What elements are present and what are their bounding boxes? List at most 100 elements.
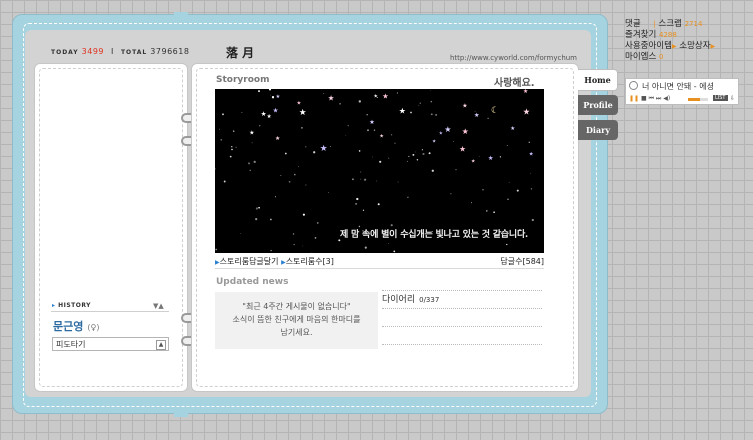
history-divider xyxy=(51,311,169,312)
scrap-link[interactable]: 스크랩 xyxy=(658,19,681,29)
star-dot xyxy=(508,181,510,183)
updated-news-line2: 소식이 뜸한 친구에게 마음의 한마디를 xyxy=(232,315,361,324)
star-glyph: ★ xyxy=(523,89,528,95)
star-dot xyxy=(347,124,349,127)
mood-select[interactable]: 피도타기 ▲ xyxy=(52,337,169,351)
dotted-line xyxy=(382,326,542,327)
star-dot xyxy=(270,218,272,221)
stop-icon[interactable]: ■ xyxy=(641,95,647,102)
history-toggle-icon[interactable]: ▼▲ xyxy=(153,302,164,310)
storyroom-count-label: 스토리룸수 xyxy=(285,257,323,266)
star-glyph: ★ xyxy=(320,144,328,154)
next-icon[interactable]: ⏭ xyxy=(656,95,661,102)
star-glyph: ★ xyxy=(374,94,379,100)
song-title-text: 너 아니면 안돼 - 에셩 xyxy=(642,82,714,91)
star-dot xyxy=(428,152,431,155)
star-glyph: ★ xyxy=(379,133,384,139)
star-dot xyxy=(429,89,431,91)
star-dot xyxy=(367,129,369,132)
star-glyph: ★ xyxy=(297,101,302,107)
star-dot xyxy=(292,233,295,235)
star-glyph: ★ xyxy=(459,145,466,154)
star-dot xyxy=(229,155,232,158)
star-dot xyxy=(248,162,250,165)
stats-row-4: 마이엡스 0 xyxy=(625,52,715,63)
star-dot xyxy=(379,160,382,163)
storyroom-reply-link[interactable]: 스토리룸답글달기 xyxy=(220,257,279,266)
star-dot xyxy=(408,155,410,157)
star-dot xyxy=(358,150,361,152)
star-glyph: ★ xyxy=(273,106,279,114)
star-dot xyxy=(416,159,419,161)
profile-name-text: 문근영 xyxy=(53,320,84,333)
tab-home[interactable]: Home xyxy=(578,69,618,91)
player-controls: ❚❚ ■ ⏮ ⏭ ◀) xyxy=(629,95,670,103)
items-link[interactable]: 사용중아이템 xyxy=(625,41,672,51)
updated-news-label: Updated news xyxy=(216,277,289,287)
star-dot xyxy=(251,142,253,144)
star-dot xyxy=(300,126,303,129)
storyroom-count-link[interactable]: 스토리룸수[3] xyxy=(286,257,334,266)
star-dot xyxy=(330,146,332,147)
star-dot xyxy=(499,156,502,158)
star-dot xyxy=(431,169,434,172)
star-dot xyxy=(255,207,258,210)
playlist-button[interactable]: LIST xyxy=(713,95,728,101)
prev-icon[interactable]: ⏮ xyxy=(649,95,654,102)
star-dot xyxy=(305,184,307,186)
star-dot xyxy=(531,218,534,222)
storyroom-image[interactable]: ★ ★ ★ ★ ★ ★ ★ ★ ★ ★ ★ ★ ★ ★ ★ ★ ★ ★ ★ ★ ★ ★ ★ ★ ★ ★ ★ ★ ☾ 제 맘 속에 별이 … xyxy=(215,89,544,253)
star-dot xyxy=(471,202,473,204)
storyroom-links: ▶스토리룸답글달기 ▶스토리룸수[3] 답글수[584] xyxy=(215,256,544,267)
star-dot xyxy=(215,248,218,251)
star-dot xyxy=(258,206,260,209)
star-glyph: ★ xyxy=(249,129,254,136)
star-dot xyxy=(415,151,417,153)
star-dot xyxy=(421,149,423,151)
page-title: 落 月 xyxy=(226,46,255,60)
volume-slider[interactable] xyxy=(688,98,708,101)
favorites-link[interactable]: 즐겨찾기 xyxy=(625,30,656,40)
comment-link[interactable]: 댓글 xyxy=(625,19,641,29)
volume-icon[interactable]: ◀) xyxy=(663,95,670,102)
storyroom-label: Storyroom xyxy=(216,75,270,85)
star-glyph: ★ xyxy=(299,108,307,118)
star-dot xyxy=(435,114,437,116)
profile-name[interactable]: 문근영 (♀) xyxy=(53,318,99,334)
star-glyph: ★ xyxy=(523,106,530,116)
star-dot xyxy=(215,168,216,170)
diary-count: 0/337 xyxy=(419,296,440,304)
tab-diary[interactable]: Diary xyxy=(578,120,618,140)
frame-notch-top xyxy=(174,12,188,20)
star-dot xyxy=(288,180,291,183)
download-icon[interactable]: ⇩ xyxy=(730,95,735,102)
volume-level xyxy=(688,98,700,101)
homepage-url[interactable]: http://www.cyworld.com/formychum xyxy=(450,54,577,62)
minimeps-count: 0 xyxy=(658,53,664,61)
star-dot xyxy=(323,93,325,94)
stats-row-1: 댓글 | 스크랩 2714 xyxy=(625,19,715,30)
mood-dropdown-icon[interactable]: ▲ xyxy=(156,340,166,350)
song-title[interactable]: 너 아니면 안돼 - 에셩 xyxy=(629,81,714,92)
minimeps-link[interactable]: 마이엡스 xyxy=(625,52,656,62)
star-dot xyxy=(222,113,224,116)
star-dot xyxy=(366,113,368,116)
updated-news-box: "최근 4주간 게시물이 없습니다" 소식이 뜸한 친구에게 마음의 한마디를 … xyxy=(215,292,378,349)
star-dot xyxy=(302,213,305,216)
star-dot xyxy=(486,210,488,212)
diary-summary[interactable]: 다이어리 0/337 xyxy=(382,292,439,305)
star-dot xyxy=(355,202,358,205)
tab-profile[interactable]: Profile xyxy=(578,95,618,115)
star-dot xyxy=(377,203,380,206)
star-dot xyxy=(528,141,530,143)
gift-link[interactable]: 소망상자 xyxy=(679,41,710,51)
stats-widget: 댓글 | 스크랩 2714 즐겨찾기 4288 사용중아이템▶ 소망상자▶ 마이… xyxy=(625,19,715,63)
star-dot xyxy=(240,233,241,234)
star-glyph: ★ xyxy=(276,94,281,100)
star-dot xyxy=(371,156,373,158)
star-dot xyxy=(530,173,532,174)
star-dot xyxy=(232,130,235,132)
history-header[interactable]: ▸ HISTORY xyxy=(52,302,91,309)
pause-icon[interactable]: ❚❚ xyxy=(629,95,639,102)
star-dot xyxy=(360,171,362,173)
